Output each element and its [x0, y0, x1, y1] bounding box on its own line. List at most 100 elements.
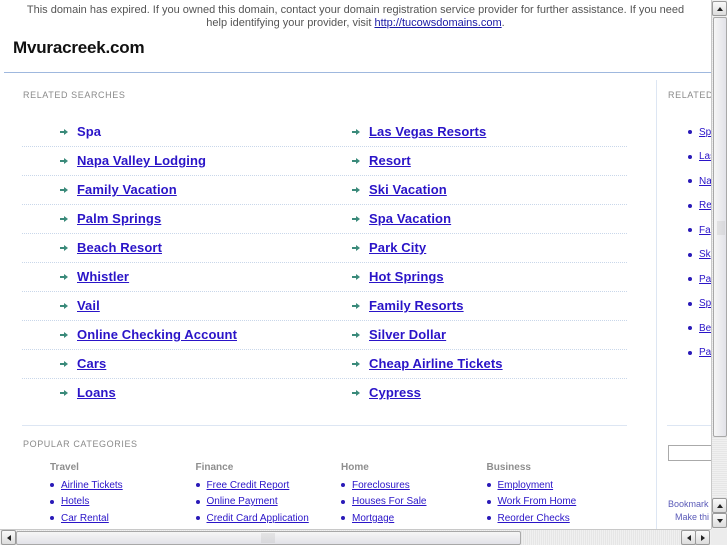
related-search-link[interactable]: Las Vegas Resorts [369, 124, 486, 139]
category-link[interactable]: Mortgage [352, 513, 394, 524]
related-search-link[interactable]: Hot Springs [369, 269, 444, 284]
category-item: Employment [486, 477, 627, 494]
related-search-link[interactable]: Resort [369, 153, 411, 168]
sidebar-divider [667, 425, 711, 426]
sidebar-related-item: Re [688, 194, 711, 219]
related-search-link[interactable]: Park City [369, 240, 426, 255]
related-search-link[interactable]: Cypress [369, 385, 421, 400]
scroll-down-button[interactable] [712, 513, 727, 528]
related-search-item: Cypress [352, 385, 421, 400]
category-link[interactable]: Car Rental [61, 513, 109, 524]
sidebar-related-label: RELATED [668, 90, 711, 100]
related-search-item: Whistler [60, 269, 129, 284]
arrow-right-icon [352, 273, 360, 281]
related-search-item: Resort [352, 153, 411, 168]
related-search-link[interactable]: Family Resorts [369, 298, 464, 313]
horizontal-scrollbar[interactable] [0, 529, 711, 545]
sidebar-related-item: Fa [688, 218, 711, 243]
category-heading: Travel [50, 462, 79, 473]
arrow-right-icon [60, 360, 68, 368]
category-link[interactable]: Houses For Sale [352, 496, 426, 507]
horizontal-scroll-thumb[interactable] [16, 531, 521, 545]
sidebar-related-link[interactable]: Sp [699, 127, 711, 138]
related-search-link[interactable]: Online Checking Account [77, 327, 237, 342]
arrow-right-icon [352, 128, 360, 136]
related-search-link[interactable]: Napa Valley Lodging [77, 153, 206, 168]
category-link[interactable]: Credit Card Application [207, 513, 309, 524]
bullet-icon [50, 483, 54, 488]
arrow-down-icon [716, 518, 723, 523]
category-link[interactable]: Airline Tickets [61, 480, 123, 491]
related-search-link[interactable]: Spa Vacation [369, 211, 451, 226]
scroll-left-button[interactable] [1, 530, 16, 545]
sidebar-related-link[interactable]: Sk [699, 249, 711, 260]
related-search-link[interactable]: Vail [77, 298, 100, 313]
make-homepage-link[interactable]: Make thi [675, 512, 709, 522]
related-search-item: Hot Springs [352, 269, 444, 284]
sidebar-related-item: Las [688, 145, 711, 170]
tucows-link[interactable]: http://tucowsdomains.com [374, 17, 501, 29]
related-search-item: Las Vegas Resorts [352, 124, 486, 139]
category-link[interactable]: Free Credit Report [207, 480, 290, 491]
category-link[interactable]: Online Payment [207, 496, 278, 507]
sidebar-related-link[interactable]: Fa [699, 225, 711, 236]
bullet-icon [688, 228, 692, 233]
related-search-link[interactable]: Ski Vacation [369, 182, 447, 197]
related-search-item: Ski Vacation [352, 182, 447, 197]
sidebar-related-link[interactable]: Na [699, 176, 711, 187]
related-search-link[interactable]: Cheap Airline Tickets [369, 356, 503, 371]
related-search-link[interactable]: Beach Resort [77, 240, 162, 255]
scroll-left-button-right[interactable] [681, 530, 696, 545]
bullet-icon [341, 516, 345, 521]
related-search-row: Palm Springs Spa Vacation [22, 205, 627, 234]
scroll-right-button[interactable] [695, 530, 710, 545]
scrollbar-corner [711, 529, 727, 545]
sidebar-related-link[interactable]: Sp [699, 298, 711, 309]
bullet-icon [486, 516, 491, 521]
category-link[interactable]: Hotels [61, 496, 89, 507]
sidebar-search-input[interactable] [668, 445, 711, 461]
bullet-icon [688, 252, 692, 257]
category-item: Reorder Checks [486, 510, 627, 527]
bullet-icon [341, 483, 345, 488]
related-search-link[interactable]: Family Vacation [77, 182, 177, 197]
related-search-item: Loans [60, 385, 116, 400]
related-search-link[interactable]: Whistler [77, 269, 129, 284]
arrow-right-icon [700, 534, 705, 541]
category-column: Business Employment Work From Home Reorder … [486, 462, 627, 527]
arrow-right-icon [352, 331, 360, 339]
category-item: Houses For Sale [341, 494, 481, 511]
arrow-right-icon [352, 389, 360, 397]
scroll-up-button[interactable] [712, 1, 727, 16]
sidebar-related-link[interactable]: Pa [699, 274, 711, 285]
category-link[interactable]: Reorder Checks [498, 513, 570, 524]
related-search-link[interactable]: Loans [77, 385, 116, 400]
bullet-icon [195, 499, 200, 504]
arrow-right-icon [60, 302, 68, 310]
bullet-icon [688, 203, 692, 208]
category-item: Online Payment [195, 494, 336, 511]
sidebar-related-link[interactable]: Pa [699, 347, 711, 358]
category-column: Home Foreclosures Houses For Sale Mortgage [341, 462, 481, 527]
arrow-right-icon [60, 331, 68, 339]
related-search-link[interactable]: Cars [77, 356, 106, 371]
related-search-link[interactable]: Silver Dollar [369, 327, 446, 342]
sidebar-related-link[interactable]: Las [699, 151, 711, 162]
category-link[interactable]: Foreclosures [352, 480, 410, 491]
category-heading: Home [341, 462, 369, 473]
related-search-item: Silver Dollar [352, 327, 446, 342]
category-link[interactable]: Work From Home [498, 496, 577, 507]
sidebar-related-link[interactable]: Be [699, 323, 711, 334]
sidebar-related-link[interactable]: Re [699, 200, 711, 211]
related-search-row: Spa Las Vegas Resorts [22, 118, 627, 147]
related-search-item: Family Vacation [60, 182, 177, 197]
bookmark-link[interactable]: Bookmark [668, 499, 709, 509]
related-search-link[interactable]: Palm Springs [77, 211, 161, 226]
sidebar-related-item: Na [688, 169, 711, 194]
vertical-scrollbar[interactable] [711, 0, 727, 529]
related-search-link[interactable]: Spa [77, 124, 101, 139]
scroll-up-button-lower[interactable] [712, 498, 727, 513]
category-item: Foreclosures [341, 477, 481, 494]
category-link[interactable]: Employment [498, 480, 554, 491]
vertical-scroll-thumb[interactable] [713, 17, 727, 437]
